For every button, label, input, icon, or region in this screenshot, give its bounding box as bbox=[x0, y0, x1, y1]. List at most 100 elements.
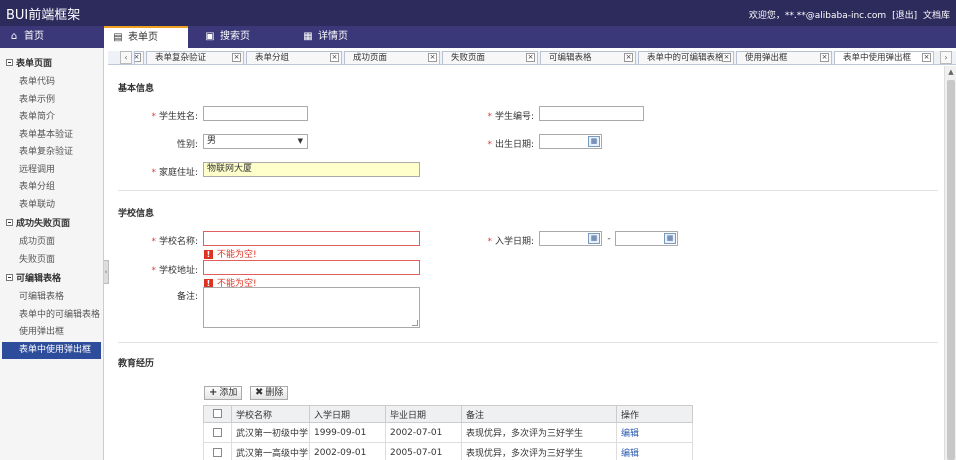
column-header-end[interactable]: 毕业日期 bbox=[385, 405, 462, 423]
remark-label: 备注: bbox=[176, 292, 198, 302]
add-button[interactable]: + 添加 bbox=[204, 386, 243, 400]
cell-end: 2002-07-01 bbox=[385, 422, 462, 443]
enroll-date-start-input[interactable]: ▦ bbox=[539, 231, 602, 246]
school-address-input[interactable] bbox=[203, 260, 420, 275]
plus-icon: + bbox=[209, 387, 218, 398]
column-header-action: 操作 bbox=[616, 405, 693, 423]
row-checkbox[interactable] bbox=[213, 447, 222, 457]
cell-end: 2005-07-01 bbox=[385, 442, 462, 460]
gender-label: 性别: bbox=[176, 140, 198, 150]
scroll-up-icon[interactable]: ▲ bbox=[945, 66, 956, 78]
page-tab-form-dialog[interactable]: 表单中使用弹出框 × bbox=[834, 51, 934, 64]
column-header-start[interactable]: 入学日期 bbox=[309, 405, 386, 423]
sidebar-item-form-intro[interactable]: 表单简介 bbox=[0, 109, 103, 127]
logout-link[interactable]: [退出] bbox=[892, 11, 917, 21]
sidebar-item-form-linkage[interactable]: 表单联动 bbox=[0, 197, 103, 215]
user-bar: 欢迎您，**.**@alibaba-inc.com [退出] 文档库 bbox=[746, 8, 950, 21]
enroll-date-end-input[interactable]: ▦ bbox=[615, 231, 678, 246]
nav-tab-form[interactable]: ▤ 表单页 bbox=[104, 26, 188, 48]
form-icon: ▤ bbox=[113, 32, 123, 43]
sidebar-item-form-example[interactable]: 表单示例 bbox=[0, 92, 103, 110]
dropdown-arrow-icon: ▼ bbox=[297, 137, 303, 145]
page-tab-partial[interactable]: × bbox=[134, 51, 144, 64]
close-icon[interactable]: × bbox=[624, 53, 633, 62]
sidebar: 表单页面 表单代码 表单示例 表单简介 表单基本验证 表单复杂验证 远程调用 表… bbox=[0, 48, 104, 460]
sidebar-item-fail-page[interactable]: 失败页面 bbox=[0, 252, 103, 270]
close-icon[interactable]: × bbox=[428, 53, 437, 62]
cell-start: 1999-09-01 bbox=[309, 422, 386, 443]
table-row[interactable]: 武汉第一高级中学 2002-09-01 2005-07-01 表现优异，多次评为… bbox=[203, 442, 693, 460]
nav-tab-home[interactable]: ⌂ 首页 bbox=[0, 26, 100, 48]
page-tab-editable-grid[interactable]: 可编辑表格 × bbox=[540, 51, 636, 64]
tab-scroll-left-icon[interactable]: ‹ bbox=[120, 51, 132, 64]
nav-tab-search[interactable]: ▣ 搜索页 bbox=[196, 26, 290, 48]
sidebar-item-editable-grid[interactable]: 可编辑表格 bbox=[0, 289, 103, 307]
close-icon[interactable]: × bbox=[922, 53, 931, 62]
sidebar-item-success-page[interactable]: 成功页面 bbox=[0, 234, 103, 252]
page-tab-use-dialog[interactable]: 使用弹出框 × bbox=[736, 51, 832, 64]
close-icon[interactable]: × bbox=[526, 53, 535, 62]
nav-tab-detail[interactable]: ▦ 详情页 bbox=[294, 26, 388, 48]
section-basic-info: 基本信息 bbox=[118, 84, 155, 94]
page-tab-success[interactable]: 成功页面 × bbox=[344, 51, 440, 64]
row-select-cell bbox=[203, 442, 232, 460]
sidebar-item-form-complex-validation[interactable]: 表单复杂验证 bbox=[0, 144, 103, 162]
edit-link[interactable]: 编辑 bbox=[621, 429, 639, 439]
school-name-label: * 学校名称: bbox=[151, 237, 198, 247]
page-tab-strip: ‹ × 表单复杂验证 × 表单分组 × 成功页面 × 失败页面 × 可编辑表格 × 表单中… bbox=[108, 51, 956, 65]
sidebar-item-form-editable-grid[interactable]: 表单中的可编辑表格 bbox=[0, 307, 103, 325]
select-all-cell bbox=[203, 405, 232, 423]
close-icon[interactable]: × bbox=[330, 53, 339, 62]
page-tab-form-editable-grid[interactable]: 表单中的可编辑表格 × bbox=[638, 51, 734, 64]
tab-scroll-right-icon[interactable]: › bbox=[940, 51, 952, 64]
delete-button[interactable]: ✖ 删除 bbox=[250, 386, 289, 400]
section-education: 教育经历 bbox=[118, 359, 155, 369]
address-input[interactable]: 物联网大厦 bbox=[203, 162, 420, 177]
row-checkbox[interactable] bbox=[213, 427, 222, 437]
close-icon[interactable]: × bbox=[820, 53, 829, 62]
calendar-icon[interactable]: ▦ bbox=[588, 233, 600, 244]
sidebar-item-form-dialog[interactable]: 表单中使用弹出框 bbox=[2, 341, 101, 359]
date-range-separator: - bbox=[607, 234, 611, 244]
sidebar-group-success-fail[interactable]: 成功失败页面 bbox=[0, 214, 103, 234]
close-icon[interactable]: × bbox=[232, 53, 241, 62]
student-name-input[interactable] bbox=[203, 106, 308, 121]
close-icon[interactable]: × bbox=[135, 53, 141, 62]
page-tab-fail[interactable]: 失败页面 × bbox=[442, 51, 538, 64]
sidebar-group-editable-grid[interactable]: 可编辑表格 bbox=[0, 269, 103, 289]
calendar-icon[interactable]: ▦ bbox=[664, 233, 676, 244]
page-tab-form-group[interactable]: 表单分组 × bbox=[246, 51, 342, 64]
cell-action: 编辑 bbox=[616, 422, 693, 443]
cell-action: 编辑 bbox=[616, 442, 693, 460]
resize-handle-icon[interactable] bbox=[412, 320, 418, 326]
select-all-checkbox[interactable] bbox=[213, 409, 222, 418]
close-icon[interactable]: × bbox=[722, 53, 731, 62]
gender-select[interactable]: 男 ▼ bbox=[203, 134, 308, 149]
sidebar-item-use-dialog[interactable]: 使用弹出框 bbox=[0, 324, 103, 342]
remark-textarea[interactable] bbox=[203, 287, 420, 328]
sidebar-group-form[interactable]: 表单页面 bbox=[0, 54, 103, 74]
search-page-icon: ▣ bbox=[205, 31, 215, 42]
sidebar-item-form-group[interactable]: 表单分组 bbox=[0, 179, 103, 197]
school-name-error: ! 不能为空! bbox=[204, 247, 257, 260]
sidebar-item-form-basic-validation[interactable]: 表单基本验证 bbox=[0, 127, 103, 145]
sidebar-item-form-code[interactable]: 表单代码 bbox=[0, 74, 103, 92]
home-icon: ⌂ bbox=[10, 31, 18, 42]
school-name-input[interactable] bbox=[203, 231, 420, 246]
column-header-school[interactable]: 学校名称 bbox=[231, 405, 310, 423]
birth-date-input[interactable]: ▦ bbox=[539, 134, 602, 149]
page-tab-complex-validation[interactable]: 表单复杂验证 × bbox=[146, 51, 244, 64]
edit-link[interactable]: 编辑 bbox=[621, 449, 639, 459]
calendar-icon[interactable]: ▦ bbox=[588, 136, 600, 147]
detail-icon: ▦ bbox=[303, 31, 313, 42]
student-name-label: * 学生姓名: bbox=[151, 112, 198, 122]
column-header-remark[interactable]: 备注 bbox=[461, 405, 617, 423]
sidebar-item-remote-call[interactable]: 远程调用 bbox=[0, 162, 103, 180]
table-row[interactable]: 武汉第一初级中学 1999-09-01 2002-07-01 表现优异，多次评为… bbox=[203, 422, 693, 443]
docs-link[interactable]: 文档库 bbox=[923, 11, 950, 21]
scroll-thumb[interactable] bbox=[947, 80, 955, 460]
error-icon: ! bbox=[204, 250, 213, 259]
student-id-input[interactable] bbox=[539, 106, 644, 121]
content-scrollbar[interactable]: ▲ bbox=[944, 66, 956, 460]
enroll-date-label: * 入学日期: bbox=[487, 237, 534, 247]
